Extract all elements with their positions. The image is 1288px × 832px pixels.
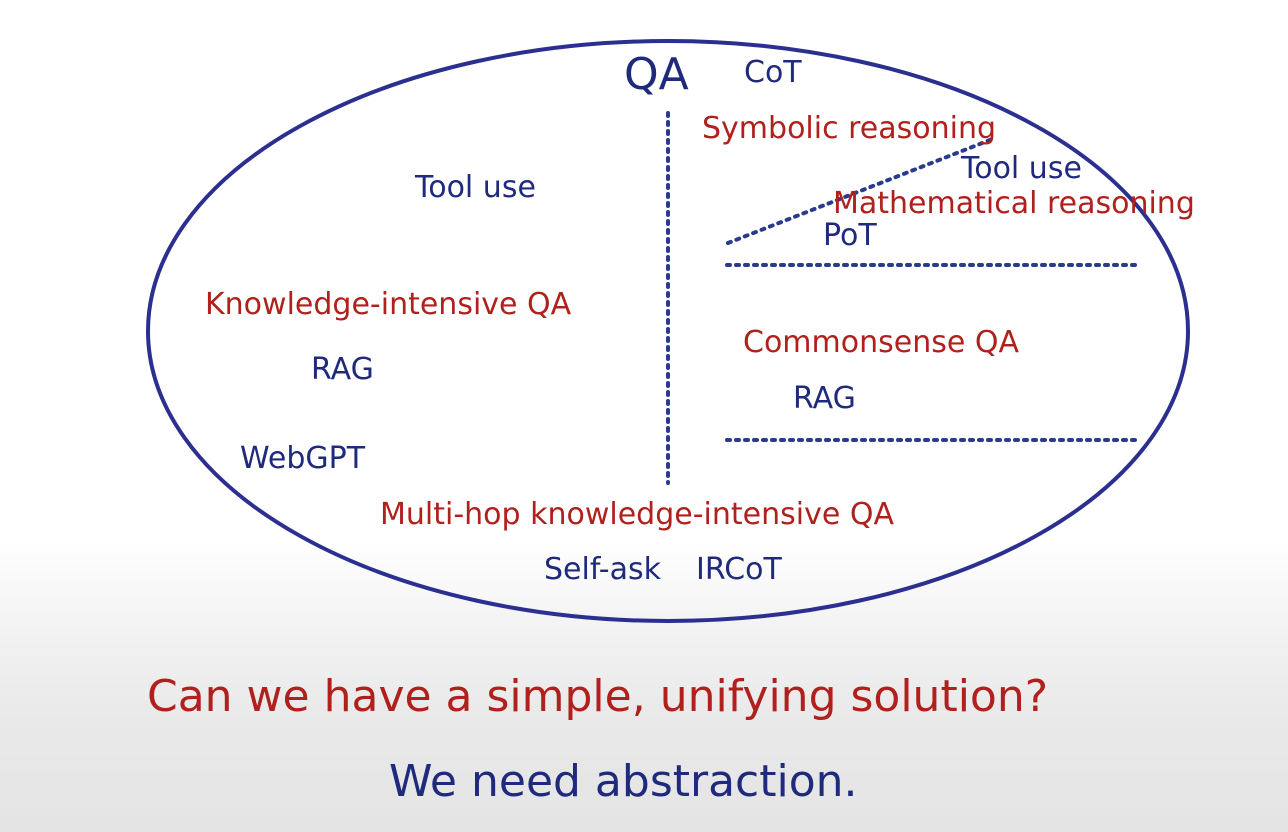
diagram-title: QA — [624, 49, 689, 100]
label-multi-hop-qa: Multi-hop knowledge-intensive QA — [380, 497, 894, 532]
label-symbolic-reasoning: Symbolic reasoning — [702, 111, 997, 146]
label-webgpt: WebGPT — [240, 441, 366, 476]
label-ircot: IRCoT — [696, 552, 782, 587]
label-self-ask: Self-ask — [544, 552, 661, 587]
caption-answer: We need abstraction. — [389, 756, 858, 807]
caption-question: Can we have a simple, unifying solution? — [147, 671, 1049, 722]
label-left-rag: RAG — [311, 352, 374, 387]
label-right-tool-use: Tool use — [961, 151, 1082, 186]
label-right-rag: RAG — [793, 381, 856, 416]
label-mathematical-reasoning: Mathematical reasoning — [833, 186, 1195, 221]
label-cot: CoT — [744, 55, 802, 90]
label-pot: PoT — [823, 218, 877, 253]
label-knowledge-intensive-qa: Knowledge-intensive QA — [205, 287, 572, 322]
label-commonsense-qa: Commonsense QA — [743, 325, 1019, 360]
label-left-tool-use: Tool use — [415, 170, 536, 205]
